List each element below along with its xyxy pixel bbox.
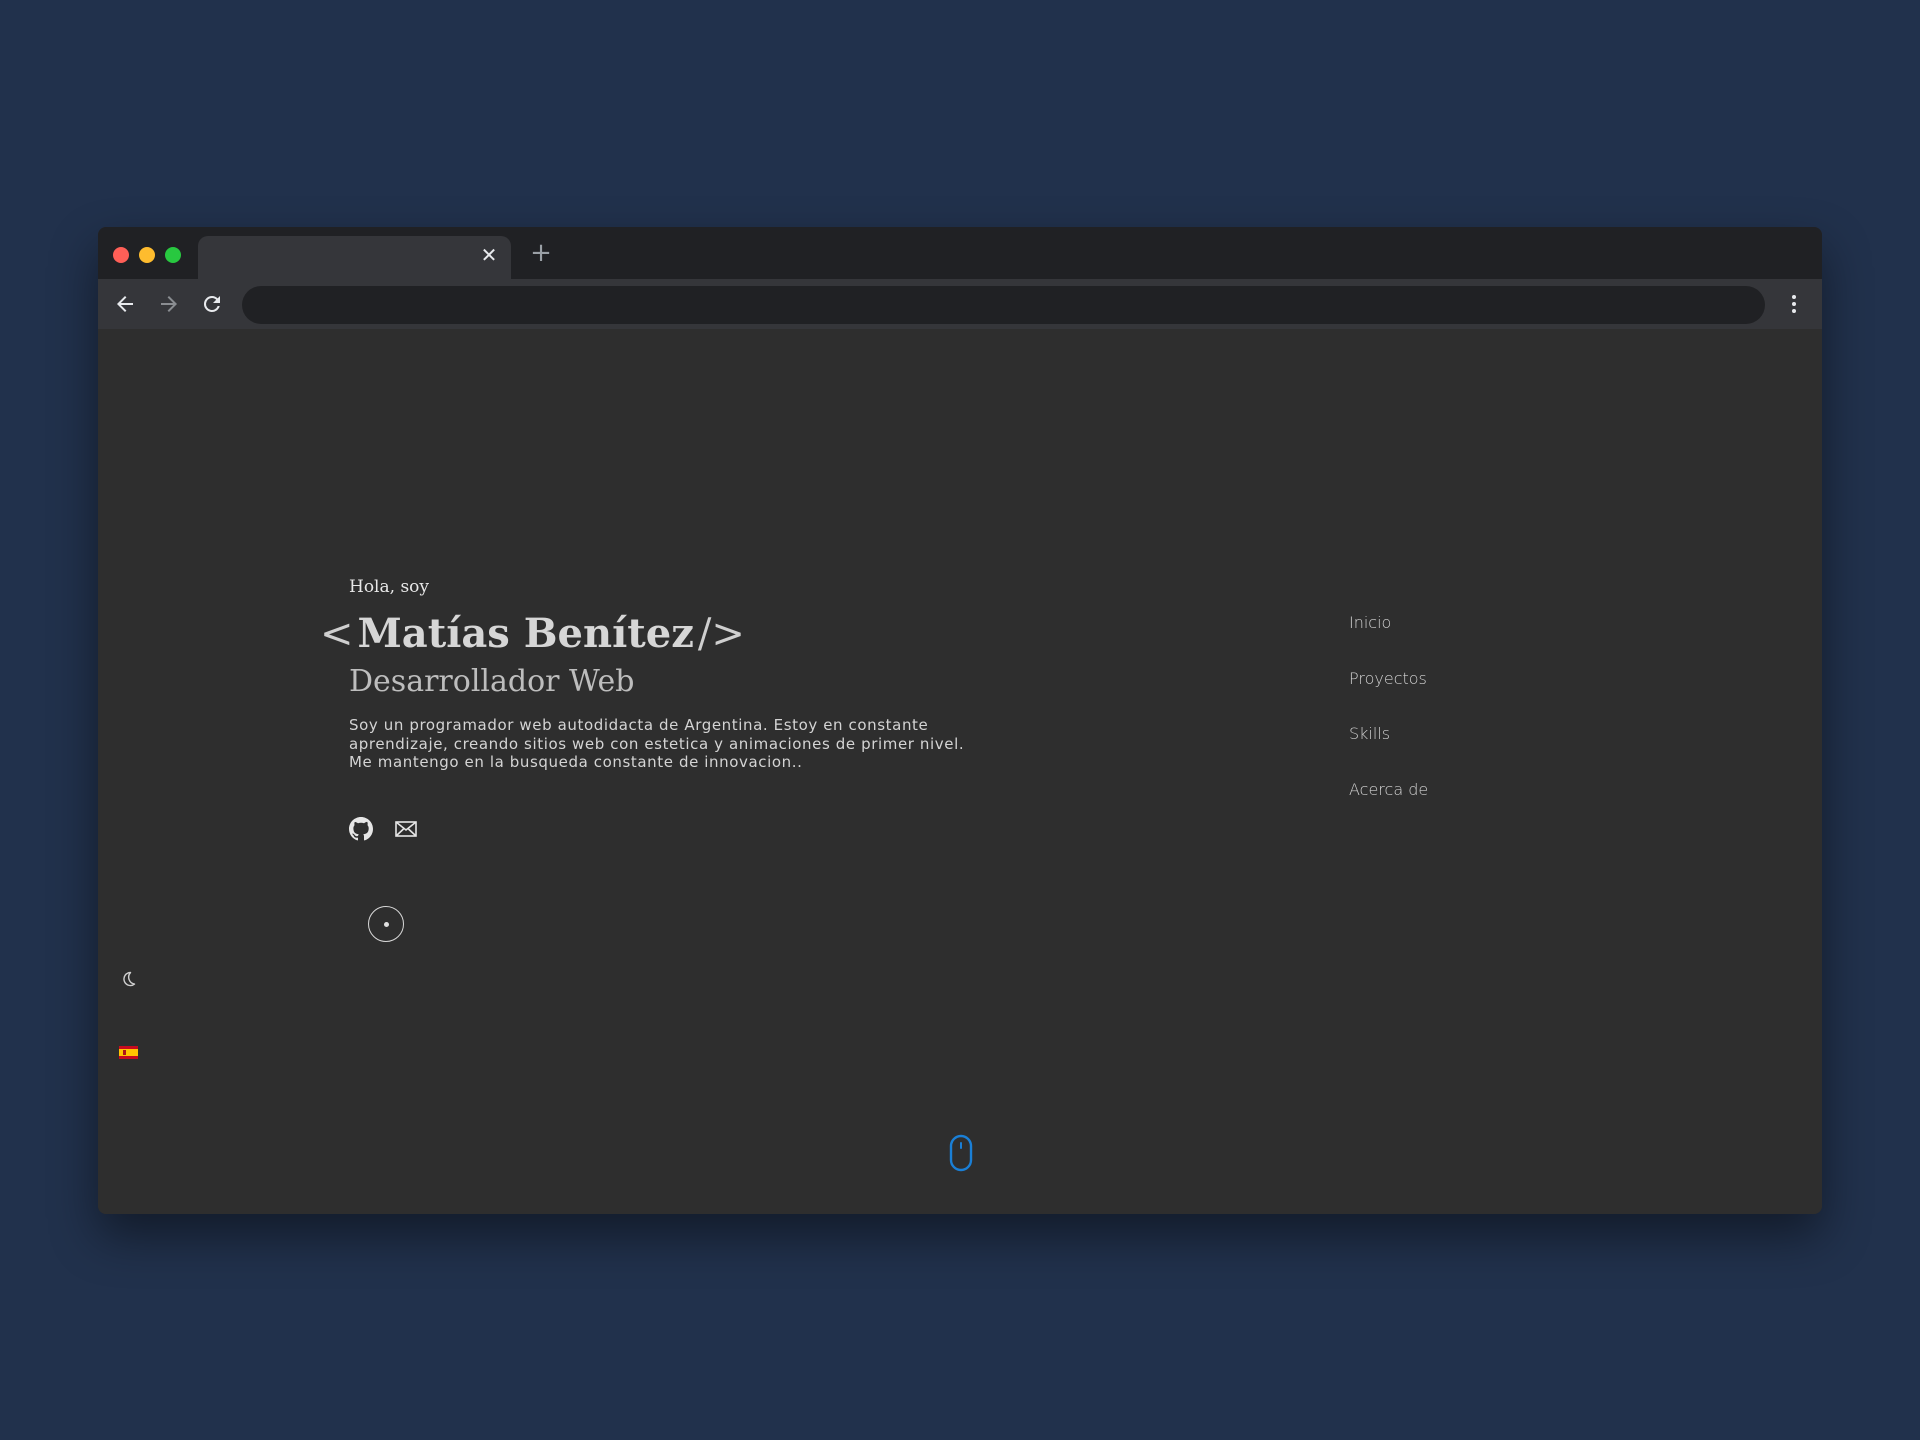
- portfolio-page: Hola, soy < Matías Benítez/> Desarrollado…: [98, 329, 1822, 1214]
- hero-greeting: Hola, soy: [349, 577, 430, 597]
- hero-name-line: < Matías Benítez/>: [320, 610, 745, 658]
- tab-close-icon[interactable]: ✕: [479, 245, 499, 265]
- bracket-close: />: [697, 611, 745, 657]
- spain-flag-icon[interactable]: [119, 1046, 138, 1059]
- maximize-window-button[interactable]: [165, 247, 181, 263]
- github-icon[interactable]: [349, 817, 373, 841]
- bracket-open: <: [320, 611, 354, 657]
- mouse-scroll-icon: [948, 1134, 974, 1172]
- close-window-button[interactable]: [113, 247, 129, 263]
- new-tab-button[interactable]: +: [528, 240, 554, 266]
- hero-bio: Soy un programador web autodidacta de Ar…: [349, 716, 965, 771]
- flag-crest: [123, 1050, 126, 1055]
- browser-window: ✕ + Hola, soy < Matías Benítez/> Desarrol…: [98, 227, 1822, 1214]
- browser-toolbar: [98, 279, 1822, 329]
- nav-link-proyectos[interactable]: Proyectos: [1349, 669, 1427, 688]
- custom-cursor-ring: [368, 906, 404, 942]
- mail-icon[interactable]: [394, 817, 418, 841]
- browser-tab[interactable]: ✕: [198, 236, 511, 279]
- flag-band: [119, 1049, 138, 1056]
- nav-link-skills[interactable]: Skills: [1349, 724, 1390, 743]
- nav-link-acerca-de[interactable]: Acerca de: [1349, 780, 1428, 799]
- reload-icon[interactable]: [200, 292, 224, 316]
- nav-link-inicio[interactable]: Inicio: [1349, 613, 1391, 632]
- hero-role: Desarrollador Web: [349, 664, 635, 699]
- minimize-window-button[interactable]: [139, 247, 155, 263]
- address-bar[interactable]: [242, 286, 1765, 324]
- hero-name: Matías Benítez: [357, 610, 694, 657]
- back-arrow-icon[interactable]: [113, 292, 137, 316]
- moon-icon[interactable]: [118, 969, 138, 989]
- kebab-menu-icon[interactable]: [1782, 292, 1806, 316]
- custom-cursor-dot: [383, 921, 389, 927]
- browser-titlebar: ✕ +: [98, 227, 1822, 279]
- forward-arrow-icon[interactable]: [157, 292, 181, 316]
